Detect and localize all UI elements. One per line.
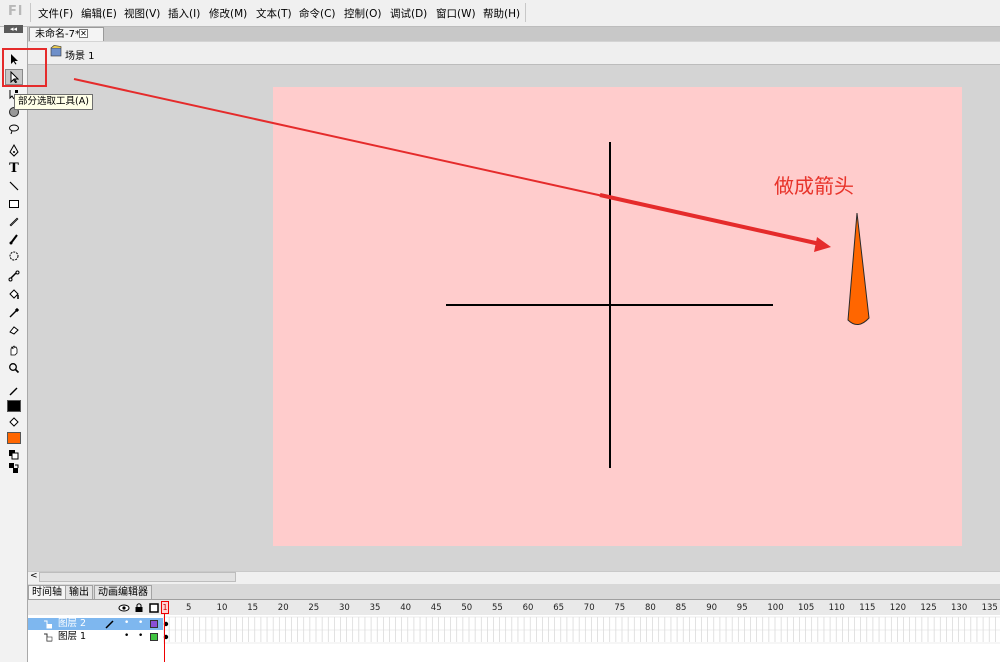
frame-number: 40	[400, 603, 412, 613]
layer-color-box[interactable]	[150, 633, 158, 641]
frame-number: 10	[216, 603, 228, 613]
tool-tooltip: 部分选取工具(A)	[14, 94, 93, 110]
frame-number: 90	[706, 603, 718, 613]
outline-icon[interactable]	[149, 603, 159, 613]
annotation-label: 做成箭头	[774, 174, 854, 198]
frame-grid-lines	[163, 616, 1000, 644]
layer-color-box[interactable]	[150, 620, 158, 628]
frame-number: 15	[247, 603, 259, 613]
frame-number: 30	[339, 603, 350, 613]
annotation-arrow-line-thick	[599, 193, 821, 246]
lock-dot[interactable]: •	[138, 617, 143, 629]
frame-number: 20	[277, 603, 289, 613]
scroll-left-button[interactable]: <	[30, 571, 38, 581]
frame-number: 65	[553, 603, 565, 613]
frame-number: 5	[186, 603, 192, 613]
frame-number: 110	[828, 603, 845, 613]
frame-number: 100	[767, 603, 784, 613]
tab-timeline[interactable]: 时间轴	[28, 585, 66, 599]
frame-number: 130	[951, 603, 968, 613]
frame-number: 35	[369, 603, 381, 613]
stage-drawing	[73, 78, 870, 468]
playhead[interactable]: 1	[161, 601, 169, 614]
tab-motion-editor[interactable]: 动画编辑器	[94, 585, 152, 599]
playhead-line	[164, 614, 165, 662]
annotation-highlight-box	[2, 48, 47, 87]
frame-number: 95	[736, 603, 748, 613]
timeline-tab-bar	[28, 584, 1000, 600]
eye-icon[interactable]	[118, 603, 130, 613]
frame-number: 60	[522, 603, 534, 613]
layer-row[interactable]: 图层 2 • •	[28, 618, 163, 630]
frame-number: 75	[614, 603, 626, 613]
arrow-spike-shape[interactable]	[847, 212, 870, 325]
annotation-arrowhead	[814, 237, 831, 252]
layer-icon	[44, 620, 52, 629]
visibility-dot[interactable]: •	[124, 617, 129, 629]
timeline-header	[28, 600, 1000, 616]
frame-number: 70	[583, 603, 595, 613]
frame-number: 45	[430, 603, 442, 613]
frame-number: 80	[645, 603, 656, 613]
tab-output[interactable]: 输出	[65, 585, 93, 599]
frame-number: 115	[859, 603, 876, 613]
layer-icon	[44, 633, 53, 642]
frame-number: 105	[798, 603, 815, 613]
scroll-thumb[interactable]	[39, 572, 236, 582]
frame-number: 120	[889, 603, 907, 613]
frame-number: 25	[308, 603, 320, 613]
frame-number: 135	[981, 603, 998, 613]
frame-number: 125	[920, 603, 937, 613]
frame-number: 50	[461, 603, 473, 613]
lock-icon[interactable]	[134, 602, 144, 613]
layer-name[interactable]: 图层 1	[58, 631, 86, 643]
visibility-dot[interactable]: •	[124, 630, 129, 642]
layer-name[interactable]: 图层 2	[58, 618, 86, 630]
frame-number: 55	[492, 603, 503, 613]
frame-number: 85	[675, 603, 687, 613]
lock-dot[interactable]: •	[138, 630, 143, 642]
pencil-icon	[105, 620, 114, 629]
layer-row[interactable]: 图层 1 • •	[28, 631, 163, 643]
